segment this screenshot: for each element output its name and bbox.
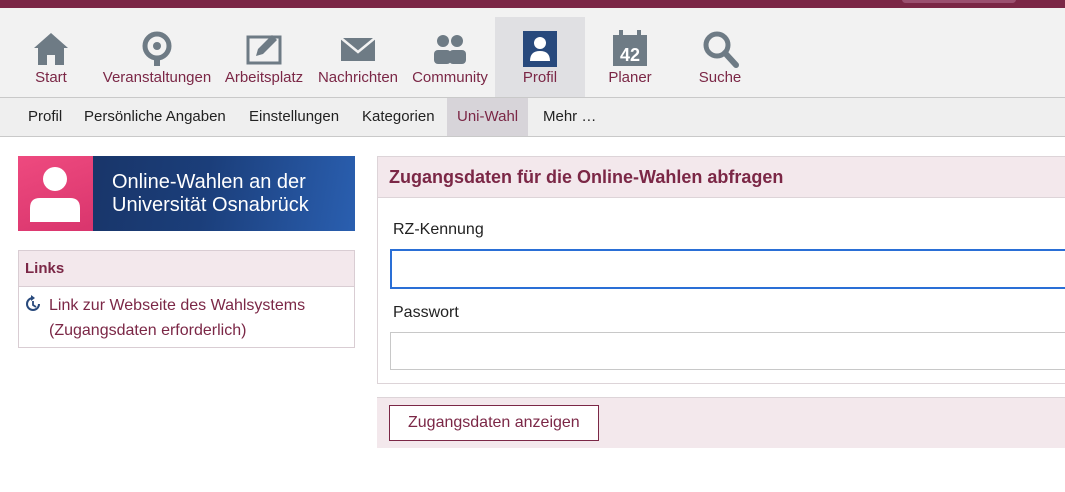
sub-navigation: Profil Persönliche Angaben Einstellungen… [0,97,1065,137]
calendar-badge: 42 [620,45,640,65]
nav-label-start: Start [35,69,67,86]
links-widget: Links Link zur Webseite des Wahlsystems … [18,250,355,348]
workplace-icon [244,29,284,69]
form-title: Zugangsdaten für die Online-Wahlen abfra… [378,157,1065,198]
subnav-uni-wahl[interactable]: Uni-Wahl [447,98,529,136]
top-bar-pill[interactable] [902,0,1016,3]
nav-item-start[interactable]: Start [27,17,75,97]
passwort-input[interactable] [390,332,1065,370]
seminar-icon [137,29,177,69]
main-navigation: Start Veranstaltungen Arbeitsplatz Nachr… [0,8,1065,97]
calendar-icon: 42 [610,29,650,69]
nav-label-community: Community [412,69,488,86]
mail-icon [338,29,378,69]
subnav-profil[interactable]: Profil [18,98,72,136]
external-link-icon [24,295,42,318]
subnav-persoenliche-angaben[interactable]: Persönliche Angaben [74,98,236,136]
nav-item-planer[interactable]: 42 Planer [602,17,658,97]
election-banner: Online-Wahlen an der Universität Osnabrü… [18,156,355,231]
wahlsystem-link-line2: (Zugangsdaten erforderlich) [49,322,247,339]
rz-kennung-label: RZ-Kennung [393,221,484,238]
nav-item-arbeitsplatz[interactable]: Arbeitsplatz [221,17,307,97]
nav-label-veranstaltungen: Veranstaltungen [102,69,212,86]
wahlsystem-link[interactable]: Link zur Webseite des Wahlsystems (Zugan… [49,293,305,343]
form-button-bar: Zugangsdaten anzeigen [377,397,1065,448]
nav-label-nachrichten: Nachrichten [317,69,399,86]
banner-title-line2: Universität Osnabrück [112,194,309,216]
credentials-form: Zugangsdaten für die Online-Wahlen abfra… [377,156,1065,384]
subnav-kategorien[interactable]: Kategorien [352,98,445,136]
search-icon [700,29,740,69]
banner-title-line1: Online-Wahlen an der [112,171,306,193]
nav-label-arbeitsplatz: Arbeitsplatz [224,69,304,86]
community-icon [430,29,470,69]
top-bar [0,0,1065,8]
nav-label-profil: Profil [522,69,558,86]
wahlsystem-link-line1: Link zur Webseite des Wahlsystems [49,297,306,314]
nav-label-suche: Suche [698,69,742,86]
banner-person-block [18,156,93,231]
subnav-einstellungen[interactable]: Einstellungen [239,98,349,136]
nav-item-community[interactable]: Community [408,17,492,97]
nav-item-suche[interactable]: Suche [693,17,747,97]
passwort-label: Passwort [393,304,459,321]
nav-label-planer: Planer [608,69,652,86]
nav-item-nachrichten[interactable]: Nachrichten [314,17,402,97]
person-icon [520,29,560,69]
home-icon [31,29,71,69]
nav-item-veranstaltungen[interactable]: Veranstaltungen [98,17,216,97]
show-credentials-button[interactable]: Zugangsdaten anzeigen [389,405,599,441]
rz-kennung-input[interactable] [390,249,1065,289]
subnav-mehr[interactable]: Mehr … [533,98,606,136]
links-title: Links [19,251,354,287]
banner-person-icon [30,167,80,222]
nav-item-profil[interactable]: Profil [495,17,585,97]
